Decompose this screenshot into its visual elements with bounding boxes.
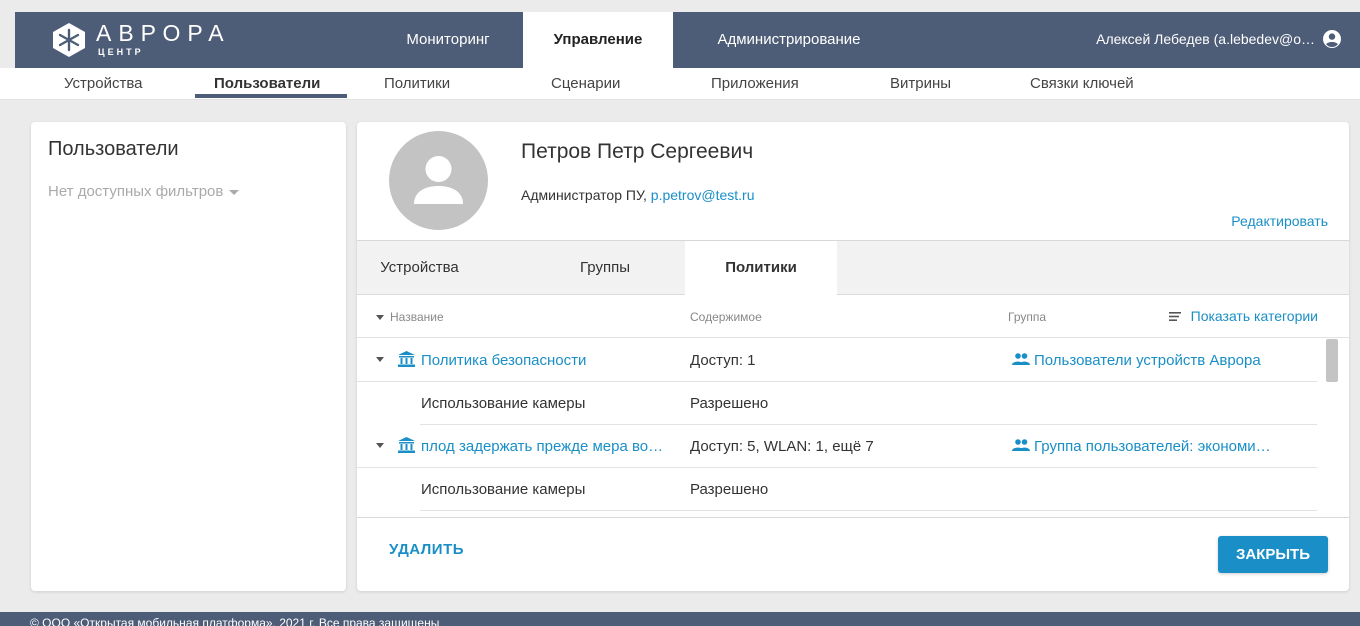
table-row[interactable]: плод задержать прежде мера во… Доступ: 5…: [357, 425, 1317, 468]
policy-group-label: Пользователи устройств Аврора: [1034, 352, 1261, 369]
table-row: Использование камеры Разрешено: [357, 468, 1317, 511]
policy-content: Доступ: 5, WLAN: 1, ещё 7: [690, 438, 874, 455]
edit-link[interactable]: Редактировать: [1231, 213, 1328, 229]
policy-setting-name: Использование камеры: [421, 481, 586, 498]
policy-group-label: Группа пользователей: экономи…: [1034, 438, 1271, 455]
user-email-link[interactable]: p.petrov@test.ru: [651, 187, 755, 203]
policy-name-link[interactable]: плод задержать прежде мера во…: [421, 438, 663, 455]
policy-setting-value: Разрешено: [690, 395, 769, 412]
user-full-name: Петров Петр Сергеевич: [521, 140, 754, 163]
sub-nav: Устройства Пользователи Политики Сценари…: [0, 68, 1360, 100]
role-text: Администратор ПУ,: [521, 187, 647, 203]
logo[interactable]: АВРОРА ЦЕНТР: [30, 12, 230, 68]
details-tabs: Устройства Группы Политики: [357, 240, 1349, 297]
person-icon: [414, 156, 463, 204]
logo-subtitle: ЦЕНТР: [98, 47, 144, 57]
table-header: Название Содержимое Группа Показать кате…: [357, 296, 1349, 338]
tab-groups[interactable]: Группы: [525, 241, 685, 296]
group-people-icon: [1012, 439, 1030, 452]
expand-caret-icon[interactable]: [376, 443, 384, 448]
user-menu[interactable]: Алексей Лебедев (a.lebedev@o…: [1096, 31, 1315, 47]
show-categories-button[interactable]: Показать категории: [1168, 308, 1318, 324]
column-header-name[interactable]: Название: [376, 310, 444, 324]
nav-tab-management[interactable]: Управление: [523, 12, 673, 68]
column-header-group: Группа: [1008, 310, 1047, 324]
close-button[interactable]: ЗАКРЫТЬ: [1218, 536, 1328, 573]
logo-title: АВРОРА: [96, 20, 231, 46]
policy-setting-value: Разрешено: [690, 481, 769, 498]
subnav-users[interactable]: Пользователи: [214, 75, 320, 92]
policy-group-link[interactable]: Группа пользователей: экономи…: [1012, 438, 1271, 455]
expand-caret-icon[interactable]: [376, 357, 384, 362]
filter-dropdown[interactable]: Нет доступных фильтров: [48, 183, 240, 200]
table-row[interactable]: Политика безопасности Доступ: 1 Пользова…: [357, 339, 1317, 382]
row-divider: [420, 510, 1317, 511]
user-details-panel: Петров Петр Сергеевич Администратор ПУ, …: [357, 122, 1349, 591]
avatar: [389, 131, 488, 230]
chevron-down-icon: [229, 189, 240, 195]
subnav-applications[interactable]: Приложения: [711, 75, 799, 92]
table-row: Использование камеры Разрешено: [357, 382, 1317, 425]
policy-content: Доступ: 1: [690, 352, 756, 369]
aurora-logo-icon: [53, 23, 85, 57]
divider: [357, 517, 1349, 518]
policy-group-link[interactable]: Пользователи устройств Аврора: [1012, 352, 1261, 369]
page-footer: © ООО «Открытая мобильная платформа», 20…: [0, 612, 1360, 626]
list-lines-icon: [1168, 311, 1181, 321]
nav-tab-administration[interactable]: Администрирование: [673, 12, 905, 68]
column-header-content: Содержимое: [690, 310, 762, 324]
copyright-text: © ООО «Открытая мобильная платформа», 20…: [30, 616, 440, 626]
delete-button[interactable]: УДАЛИТЬ: [389, 541, 464, 558]
subnav-showcases[interactable]: Витрины: [890, 75, 951, 92]
panel-title: Пользователи: [48, 138, 179, 160]
show-categories-label: Показать категории: [1190, 308, 1318, 324]
top-bar: АВРОРА ЦЕНТР Мониторинг Управление Админ…: [15, 12, 1360, 68]
policy-bank-icon: [398, 437, 415, 453]
filter-label: Нет доступных фильтров: [48, 183, 224, 200]
main-nav: Мониторинг Управление Администрирование: [373, 12, 905, 68]
policy-setting-name: Использование камеры: [421, 395, 586, 412]
sort-caret-icon: [376, 315, 384, 321]
tab-devices[interactable]: Устройства: [357, 241, 482, 296]
subnav-keychains[interactable]: Связки ключей: [1030, 75, 1134, 92]
policy-name-link[interactable]: Политика безопасности: [421, 352, 586, 369]
policy-bank-icon: [398, 351, 415, 367]
column-header-name-label: Название: [390, 310, 444, 324]
subnav-scenarios[interactable]: Сценарии: [551, 75, 620, 92]
scrollbar-thumb[interactable]: [1326, 339, 1338, 382]
users-filter-panel: Пользователи Нет доступных фильтров: [31, 122, 346, 591]
subnav-policies[interactable]: Политики: [384, 75, 450, 92]
account-circle-icon[interactable]: [1322, 29, 1342, 49]
active-subnav-indicator: [195, 94, 347, 98]
group-people-icon: [1012, 353, 1030, 366]
policies-table-body: Политика безопасности Доступ: 1 Пользова…: [357, 339, 1349, 517]
user-role: Администратор ПУ, p.petrov@test.ru: [521, 187, 754, 203]
tab-policies[interactable]: Политики: [685, 241, 837, 297]
nav-tab-monitoring[interactable]: Мониторинг: [373, 12, 523, 68]
subnav-devices[interactable]: Устройства: [64, 75, 142, 92]
